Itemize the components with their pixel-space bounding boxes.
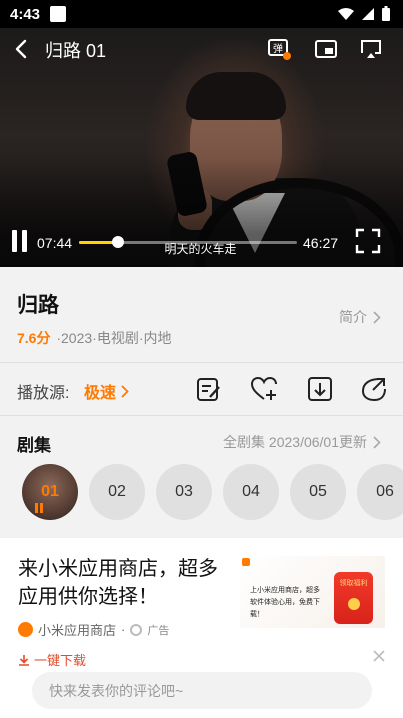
source-selector[interactable]: 极速 xyxy=(84,379,129,403)
intro-link[interactable]: 简介 xyxy=(339,307,381,327)
ad-badge: 广告 xyxy=(147,624,170,637)
ad-image-text: 上小米应用商店，超多软件体验心用，免费下载！ xyxy=(250,587,320,618)
svg-text:弹: 弹 xyxy=(273,42,283,55)
ad-tag-icon xyxy=(130,623,143,636)
coin-icon xyxy=(348,598,360,610)
subtitle-line: 明天的火车走 xyxy=(0,240,403,257)
status-bar: 4:43 xyxy=(0,0,403,28)
cast-icon[interactable] xyxy=(358,36,384,62)
episodes-section: 剧集 全剧集 2023/06/01更新 01 02 03 04 05 06 xyxy=(0,416,403,536)
episode-number: 05 xyxy=(309,483,327,500)
wifi-icon xyxy=(338,8,354,20)
show-meta: 7.6分 ·2023·电视剧·内地 xyxy=(17,328,172,348)
download-icon[interactable] xyxy=(306,375,334,403)
playing-icon xyxy=(35,503,45,513)
player-bottom-controls: 07:44 明天的火车走 46:27 xyxy=(0,222,403,262)
all-episodes-link[interactable]: 全剧集 2023/06/01更新 xyxy=(223,432,381,452)
episode-number: 01 xyxy=(41,483,59,500)
comment-input[interactable]: 快来发表你的评论吧~ xyxy=(32,672,372,709)
episode-item[interactable]: 03 xyxy=(156,464,212,520)
episode-number: 03 xyxy=(175,483,193,500)
player-top-controls: 归路 01 弹 xyxy=(0,28,403,70)
ad-image-logo-icon xyxy=(242,558,250,566)
episode-list: 01 02 03 04 05 06 xyxy=(22,464,403,522)
app-store-logo-icon xyxy=(18,622,33,637)
fullscreen-icon[interactable] xyxy=(355,228,381,254)
notification-icon xyxy=(50,6,67,22)
comment-bar: 快来发表你的评论吧~ xyxy=(0,668,403,718)
episode-number: 04 xyxy=(242,483,260,500)
episode-item[interactable]: 05 xyxy=(290,464,346,520)
chevron-right-icon xyxy=(373,310,381,324)
all-episodes-label: 全剧集 2023/06/01更新 xyxy=(223,434,367,450)
episode-number: 02 xyxy=(108,483,126,500)
ad-download-button[interactable]: 一键下载 xyxy=(18,650,86,669)
dot-separator: · xyxy=(121,622,126,637)
danmaku-icon[interactable]: 弹 xyxy=(266,36,292,62)
show-rating: 7.6分 xyxy=(17,330,51,346)
episode-item[interactable]: 02 xyxy=(89,464,145,520)
back-icon[interactable] xyxy=(12,38,32,60)
status-icons xyxy=(337,6,391,22)
show-info: 归路 7.6分 ·2023·电视剧·内地 简介 xyxy=(0,267,403,362)
edit-note-icon[interactable] xyxy=(195,375,223,403)
episode-item[interactable]: 06 xyxy=(357,464,403,520)
total-time: 46:27 xyxy=(303,235,339,251)
ad-app-name: 小米应用商店 xyxy=(38,623,117,638)
episode-item-current[interactable]: 01 xyxy=(22,464,78,520)
intro-label: 简介 xyxy=(339,309,367,325)
episode-item[interactable]: 04 xyxy=(223,464,279,520)
episodes-title: 剧集 xyxy=(17,436,51,455)
comment-placeholder: 快来发表你的评论吧~ xyxy=(49,682,184,699)
source-value: 极速 xyxy=(84,385,117,402)
source-row: 播放源: 极速 xyxy=(0,363,403,415)
chevron-right-icon xyxy=(373,435,381,449)
subtitle-text: 明天的火车走 xyxy=(164,242,237,256)
source-label: 播放源: xyxy=(17,385,70,402)
signal-icon xyxy=(362,8,374,20)
status-time: 4:43 xyxy=(10,5,41,23)
ad-image[interactable]: 上小米应用商店，超多软件体验心用，免费下载！ 领取福利 xyxy=(240,556,385,628)
show-title: 归路 xyxy=(17,294,59,317)
picture-in-picture-icon[interactable] xyxy=(313,36,339,62)
video-title: 归路 01 xyxy=(45,41,107,61)
ad-app-info: 小米应用商店 · 广告 xyxy=(18,620,169,639)
favorite-add-icon[interactable] xyxy=(250,375,278,403)
ad-card[interactable]: 来小米应用商店，超多应用供你选择！ 小米应用商店 · 广告 一键下载 上小米应用… xyxy=(0,538,403,668)
ad-image-red-envelope: 领取福利 xyxy=(334,572,373,624)
battery-icon xyxy=(382,6,390,21)
chevron-right-icon xyxy=(121,384,129,398)
share-icon[interactable] xyxy=(360,375,388,403)
episode-number: 06 xyxy=(376,483,394,500)
download-arrow-icon xyxy=(19,654,29,666)
close-icon[interactable] xyxy=(373,650,385,662)
show-meta-text: ·2023·电视剧·内地 xyxy=(56,330,172,346)
ad-download-label: 一键下载 xyxy=(34,653,87,668)
ad-headline[interactable]: 来小米应用商店，超多应用供你选择！ xyxy=(18,555,233,611)
ad-image-button-text: 领取福利 xyxy=(339,580,368,587)
video-frame-hair xyxy=(186,72,286,120)
